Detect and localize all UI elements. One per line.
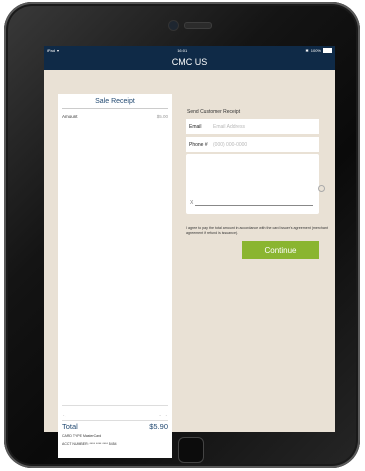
battery-percent: 100% bbox=[310, 47, 321, 53]
continue-button[interactable]: Continue bbox=[242, 241, 319, 259]
send-receipt-title: Send Customer Receipt bbox=[187, 109, 241, 115]
phone-field[interactable]: Phone # (000) 000-0000 bbox=[186, 137, 319, 152]
ipad-device-frame: iPad ▾ 16:01 ✱ 100% CMC US Sale Receipt … bbox=[4, 2, 360, 468]
sale-receipt-card: Sale Receipt Amount $5.00 Tip $0.90 Tota… bbox=[58, 94, 172, 458]
wifi-icon: ▾ bbox=[57, 47, 60, 53]
clear-signature-icon[interactable] bbox=[318, 185, 325, 192]
signature-pad[interactable]: X bbox=[186, 154, 319, 214]
agreement-text: I agree to pay the total amount in accor… bbox=[186, 226, 328, 235]
total-value: $5.90 bbox=[149, 422, 168, 431]
account-number: ACCT NUMBER: **** **** **** 5454 bbox=[62, 442, 117, 446]
speaker-grille bbox=[184, 22, 212, 29]
carrier-label: iPad bbox=[47, 47, 56, 53]
status-bar: iPad ▾ 16:01 ✱ 100% bbox=[44, 46, 335, 54]
bluetooth-icon: ✱ bbox=[305, 47, 309, 53]
status-bar-right: ✱ 100% bbox=[305, 47, 332, 53]
card-type: CARD TYPE MasterCard bbox=[62, 434, 102, 438]
battery-icon bbox=[322, 47, 332, 53]
clock: 16:01 bbox=[177, 47, 188, 53]
home-button[interactable] bbox=[178, 437, 204, 463]
total-label: Total bbox=[62, 422, 78, 431]
nav-bar: CMC US bbox=[44, 54, 335, 70]
amount-label: Amount bbox=[62, 114, 78, 119]
email-field[interactable]: Email Email Address bbox=[186, 119, 319, 134]
amount-value: $5.00 bbox=[156, 114, 168, 119]
receipt-torn-edge bbox=[58, 412, 172, 418]
status-bar-left: iPad ▾ bbox=[47, 48, 59, 53]
receipt-title: Sale Receipt bbox=[95, 98, 135, 105]
amount-row: Amount $5.00 bbox=[62, 114, 168, 119]
email-label: Email bbox=[189, 123, 202, 130]
nav-title: CMC US bbox=[171, 57, 208, 67]
receipt-divider bbox=[62, 108, 168, 109]
total-divider bbox=[62, 420, 168, 421]
phone-label: Phone # bbox=[189, 141, 208, 148]
total-row: Total $5.90 bbox=[62, 422, 168, 431]
email-placeholder: Email Address bbox=[213, 123, 245, 130]
phone-placeholder: (000) 000-0000 bbox=[213, 141, 248, 148]
signature-line bbox=[195, 205, 313, 206]
signature-x-mark: X bbox=[190, 200, 194, 206]
camera-icon bbox=[168, 20, 179, 31]
tip-divider bbox=[62, 405, 168, 406]
